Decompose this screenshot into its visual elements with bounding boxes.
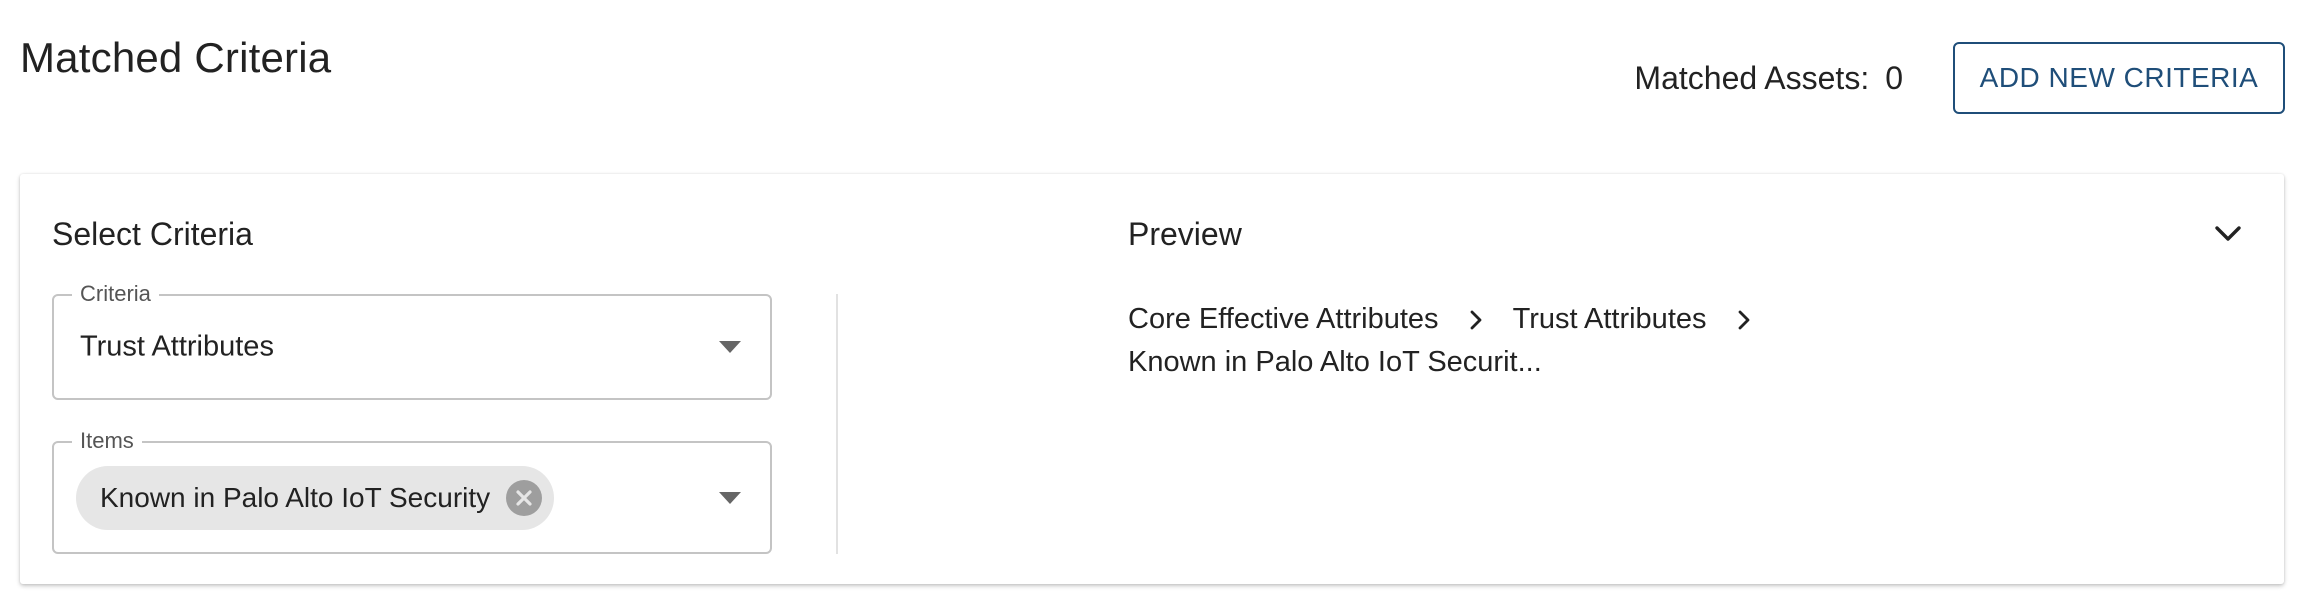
breadcrumb-item: Known in Palo Alto IoT Securit... (1128, 346, 1542, 378)
breadcrumb-item: Core Effective Attributes (1128, 303, 1439, 335)
chevron-down-icon[interactable] (2210, 216, 2246, 252)
breadcrumb-item: Trust Attributes (1512, 303, 1707, 335)
criteria-selected-value: Trust Attributes (80, 330, 274, 363)
chip-label: Known in Palo Alto IoT Security (100, 481, 491, 513)
matched-assets-label: Matched Assets: (1634, 59, 1870, 96)
criteria-field-label: Criteria (72, 281, 159, 307)
criteria-select[interactable]: Criteria Trust Attributes (52, 281, 772, 400)
header-actions: Matched Assets: 0 ADD NEW CRITERIA (1634, 42, 2285, 114)
items-select[interactable]: Items Known in Palo Alto IoT Security (52, 428, 772, 554)
close-circle-icon[interactable] (506, 479, 543, 516)
criteria-card: Select Criteria Criteria Trust Attribute… (20, 174, 2284, 584)
chevron-right-icon (1439, 305, 1513, 335)
caret-down-icon[interactable] (718, 491, 742, 505)
matched-assets-count: 0 (1885, 59, 1903, 96)
items-field-label: Items (72, 428, 142, 454)
selected-item-chip: Known in Palo Alto IoT Security (76, 465, 555, 530)
caret-down-icon[interactable] (718, 340, 742, 354)
preview-breadcrumb: Core Effective Attributes Trust Attribut… (1128, 298, 1828, 384)
page-title: Matched Criteria (20, 34, 332, 81)
chevron-right-icon (1707, 305, 1781, 335)
panel-divider (836, 294, 838, 554)
matched-assets-summary: Matched Assets: 0 (1634, 60, 1903, 97)
preview-title: Preview (1128, 216, 1242, 252)
add-new-criteria-button[interactable]: ADD NEW CRITERIA (1953, 42, 2285, 114)
select-criteria-title: Select Criteria (52, 216, 253, 252)
